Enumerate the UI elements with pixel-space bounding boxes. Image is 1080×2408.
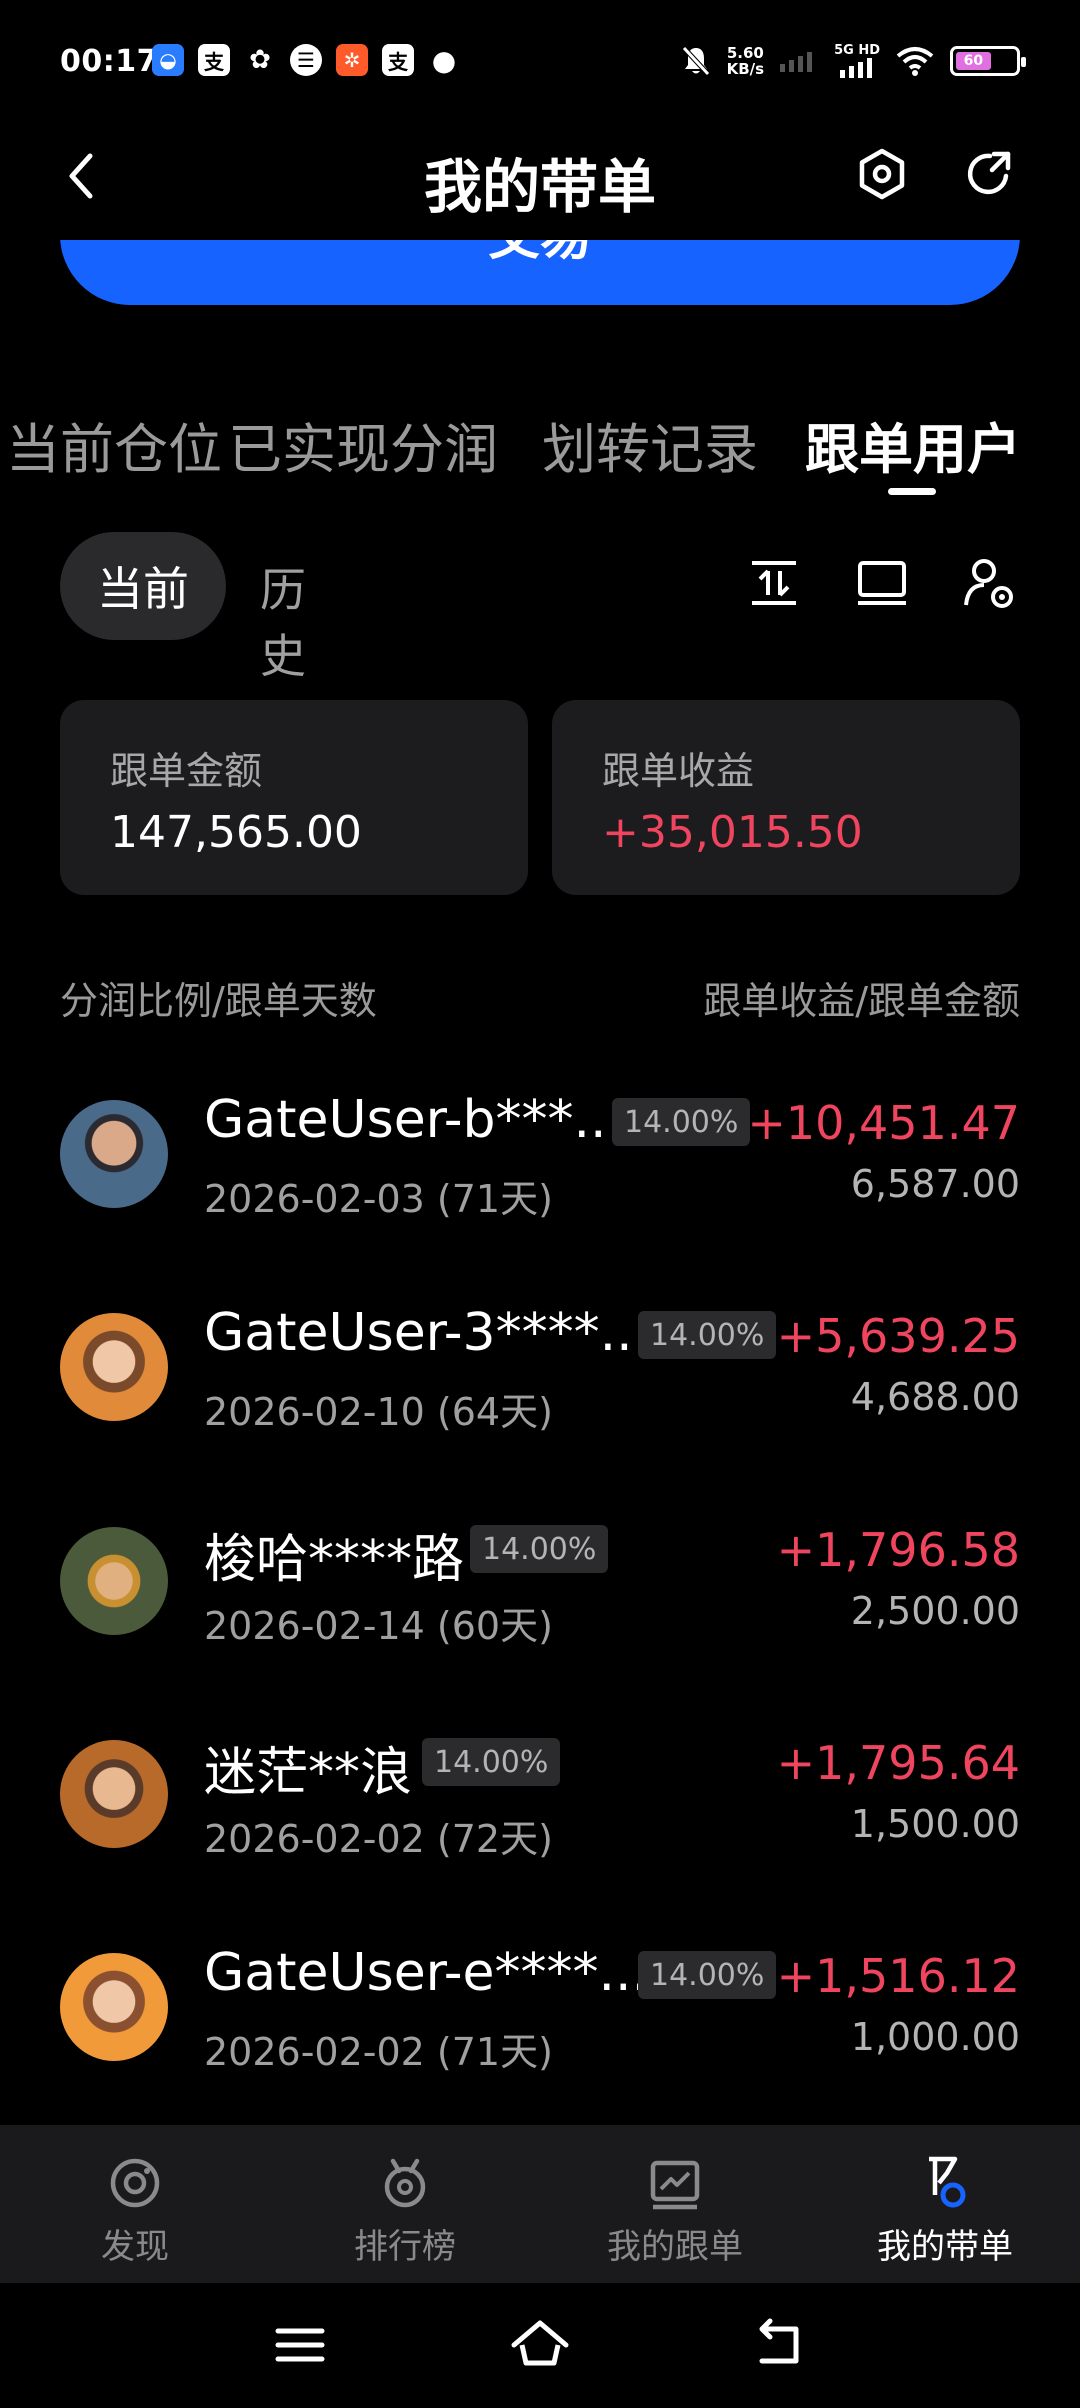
list-header-left: 分润比例/跟单天数 xyxy=(60,979,377,1023)
follower-profit: +5,639.25 xyxy=(776,1309,1020,1363)
nav-leaderboard[interactable]: 排行榜 xyxy=(305,2155,505,2268)
tabs: 当前仓位 已实现分润 划转记录 跟单用户 xyxy=(0,395,1080,505)
status-time: 00:17 xyxy=(60,44,158,79)
nav-leaderboard-label: 排行榜 xyxy=(354,2227,456,2267)
system-nav-bar xyxy=(0,2283,1080,2408)
follow-date: 2026-02-02 (71天) xyxy=(204,2030,553,2074)
user-name: 梭哈****路 xyxy=(204,1530,465,1590)
net-speed-unit: KB/s xyxy=(726,60,765,78)
follow-date: 2026-02-10 (64天) xyxy=(204,1390,553,1434)
tab-transfer-records[interactable]: 划转记录 xyxy=(542,405,758,484)
alipay-icon: 支 xyxy=(198,44,230,76)
avatar xyxy=(60,1527,168,1635)
follow-profit-label: 跟单收益 xyxy=(602,749,755,793)
mute-icon xyxy=(681,46,710,76)
follow-amount-card: 跟单金额 147,565.00 xyxy=(60,700,528,895)
follower-row[interactable]: GateUser-3****... 14.00% 2026-02-10 (64天… xyxy=(60,1303,1020,1463)
share-icon[interactable] xyxy=(962,146,1018,202)
net-speed: 5.60 KB/s xyxy=(727,45,764,77)
follower-amount: 2,500.00 xyxy=(850,1589,1020,1633)
user-name: GateUser-3****... xyxy=(204,1303,650,1363)
display-icon[interactable] xyxy=(854,555,910,611)
user-name: GateUser-e****... xyxy=(204,1943,649,2003)
user-settings-icon[interactable] xyxy=(962,555,1018,611)
nav-my-leads-label: 我的带单 xyxy=(877,2227,1013,2267)
signal-label: 5G HD xyxy=(834,43,880,58)
bottom-nav: 发现 排行榜 我的跟单 我的带单 xyxy=(0,2125,1080,2283)
battery-level: 60 xyxy=(956,52,991,70)
follower-row[interactable]: GateUser-e****... 14.00% 2026-02-02 (71天… xyxy=(60,1943,1020,2103)
tab-indicator xyxy=(888,488,936,495)
nav-discover-label: 发现 xyxy=(101,2227,169,2267)
signal-icon-2 xyxy=(840,58,873,78)
follow-profit-card: 跟单收益 +35,015.50 xyxy=(552,700,1020,895)
follower-amount: 6,587.00 xyxy=(850,1162,1020,1206)
menu-icon[interactable] xyxy=(268,2315,332,2375)
share-ratio-badge: 14.00% xyxy=(422,1738,561,1786)
follower-amount: 4,688.00 xyxy=(850,1375,1020,1419)
list-header-right: 跟单收益/跟单金额 xyxy=(703,979,1020,1023)
flag-icon xyxy=(929,2156,966,2208)
baidu-icon: ◒ xyxy=(152,44,184,76)
follow-amount-value: 147,565.00 xyxy=(110,807,362,858)
medal-icon xyxy=(384,2158,426,2208)
home-icon[interactable] xyxy=(508,2315,572,2375)
tab-realized-profit[interactable]: 已实现分润 xyxy=(228,405,498,484)
nav-my-leads[interactable]: 我的带单 xyxy=(845,2155,1045,2268)
follower-profit: +1,516.12 xyxy=(776,1949,1020,2003)
follower-row[interactable]: 梭哈****路 14.00% 2026-02-14 (60天) +1,796.5… xyxy=(60,1523,1020,1677)
follower-row[interactable]: GateUser-b***... 14.00% 2026-02-03 (71天)… xyxy=(60,1090,1020,1250)
follower-profit: +1,796.58 xyxy=(776,1523,1020,1577)
follower-profit: +1,795.64 xyxy=(776,1736,1020,1790)
tab-positions[interactable]: 当前仓位 xyxy=(6,405,222,484)
follow-date: 2026-02-02 (72天) xyxy=(204,1817,553,1861)
alipay-icon: 支 xyxy=(382,44,414,76)
nav-my-follows[interactable]: 我的跟单 xyxy=(575,2155,775,2268)
nav-discover[interactable]: 发现 xyxy=(35,2155,235,2268)
avatar xyxy=(60,1313,168,1421)
nav-my-follows-label: 我的跟单 xyxy=(607,2227,743,2267)
header: 我的带单 xyxy=(0,120,1080,230)
app-icon: ☰ xyxy=(290,44,322,76)
follow-date: 2026-02-14 (60天) xyxy=(204,1604,553,1648)
discover-icon xyxy=(110,2158,160,2208)
segment-history[interactable]: 历史 xyxy=(260,554,306,686)
share-ratio-badge: 14.00% xyxy=(638,1951,777,1999)
wifi-icon xyxy=(896,47,934,76)
chart-icon xyxy=(650,2160,700,2210)
status-app-icons: ◒ 支 ✿ ☰ ✲ 支 ● xyxy=(152,43,460,77)
follower-amount: 1,000.00 xyxy=(850,2015,1020,2059)
follower-row[interactable]: 迷茫**浪 14.00% 2026-02-02 (72天) +1,795.64 … xyxy=(60,1736,1020,1890)
back-nav-icon[interactable] xyxy=(748,2315,812,2375)
net-speed-value: 5.60 xyxy=(726,44,764,62)
sort-icon[interactable] xyxy=(746,555,802,611)
share-ratio-badge: 14.00% xyxy=(612,1098,751,1146)
follow-profit-value: +35,015.50 xyxy=(602,807,863,858)
avatar xyxy=(60,1100,168,1208)
status-bar: 00:17 ◒ 支 ✿ ☰ ✲ 支 ● 5.60 KB/s 5G HD 60 xyxy=(0,0,1080,120)
message-icon: ● xyxy=(431,43,457,77)
signal-5g: 5G HD xyxy=(834,44,880,78)
signal-icon-1 xyxy=(780,52,813,72)
battery-icon: 60 xyxy=(950,46,1026,76)
follow-amount-label: 跟单金额 xyxy=(110,749,263,793)
avatar xyxy=(60,1740,168,1848)
follow-date: 2026-02-03 (71天) xyxy=(204,1177,553,1221)
follower-profit: +10,451.47 xyxy=(747,1096,1020,1150)
status-right: 5.60 KB/s 5G HD 60 xyxy=(681,44,1026,78)
follower-amount: 1,500.00 xyxy=(850,1802,1020,1846)
page-title: 我的带单 xyxy=(423,153,656,221)
user-name: 迷茫**浪 xyxy=(204,1743,413,1803)
tab-followers[interactable]: 跟单用户 xyxy=(805,405,1021,484)
avatar xyxy=(60,1953,168,2061)
wechat-icon: ✿ xyxy=(249,45,271,75)
user-name: GateUser-b***... xyxy=(204,1090,624,1150)
share-ratio-badge: 14.00% xyxy=(470,1525,609,1573)
segment-current[interactable]: 当前 xyxy=(60,532,226,640)
settings-icon[interactable] xyxy=(854,146,910,202)
taobao-icon: ✲ xyxy=(336,44,368,76)
share-ratio-badge: 14.00% xyxy=(638,1311,777,1359)
